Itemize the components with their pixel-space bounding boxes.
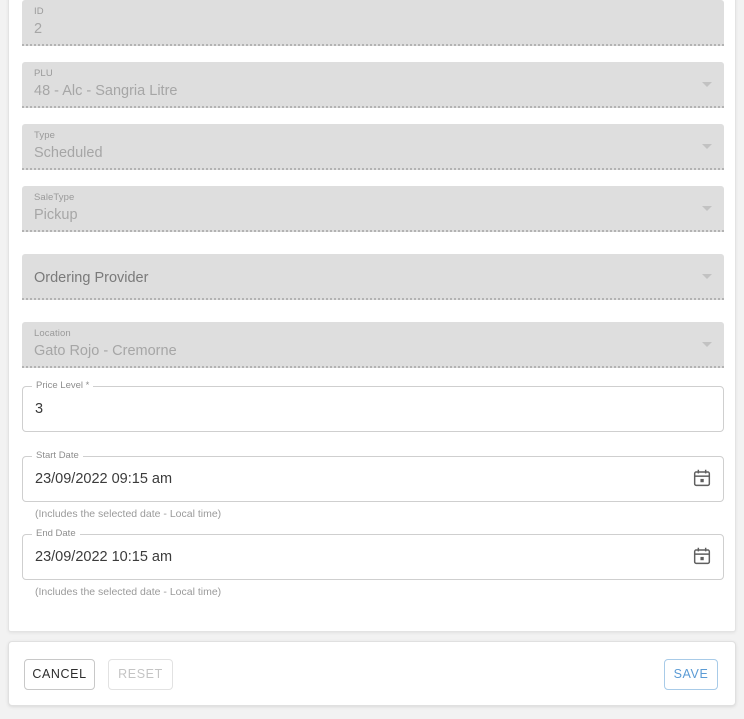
chevron-down-icon (702, 342, 712, 347)
start-date-hint: (Includes the selected date - Local time… (35, 508, 222, 520)
form-actions-bar: CANCEL RESET SAVE (8, 641, 736, 706)
field-start-date[interactable]: Start Date 23/09/2022 09:15 am (22, 450, 724, 502)
calendar-icon[interactable] (691, 545, 715, 569)
field-ordering-provider: Ordering Provider (22, 254, 724, 300)
field-price-level-value: 3 (35, 401, 44, 417)
field-ordering-provider-placeholder: Ordering Provider (34, 270, 149, 286)
calendar-icon[interactable] (691, 467, 715, 491)
end-date-hint: (Includes the selected date - Local time… (35, 586, 222, 598)
field-location: Location Gato Rojo - Cremorne (22, 322, 724, 368)
field-price-level-outline (22, 386, 724, 432)
chevron-down-icon (702, 274, 712, 279)
field-saletype-label: SaleType (34, 192, 75, 203)
field-saletype-value: Pickup (34, 207, 78, 223)
page-root: ID 2 PLU 48 - Alc - Sangria Litre Type S… (0, 0, 744, 719)
field-saletype: SaleType Pickup (22, 186, 724, 232)
field-end-date-label: End Date (32, 528, 80, 539)
chevron-down-icon (702, 206, 712, 211)
cancel-button[interactable]: CANCEL (24, 659, 95, 690)
field-type-value: Scheduled (34, 145, 103, 161)
field-end-date[interactable]: End Date 23/09/2022 10:15 am (22, 528, 724, 580)
field-plu: PLU 48 - Alc - Sangria Litre (22, 62, 724, 108)
field-end-date-value: 23/09/2022 10:15 am (35, 549, 173, 565)
field-location-value: Gato Rojo - Cremorne (34, 343, 177, 359)
field-price-level[interactable]: Price Level * 3 (22, 380, 724, 432)
reset-button[interactable]: RESET (108, 659, 173, 690)
edit-form-card: ID 2 PLU 48 - Alc - Sangria Litre Type S… (8, 0, 736, 632)
field-plu-value: 48 - Alc - Sangria Litre (34, 83, 178, 99)
field-start-date-label: Start Date (32, 450, 83, 461)
field-id: ID 2 (22, 0, 724, 46)
field-start-date-value: 23/09/2022 09:15 am (35, 471, 173, 487)
chevron-down-icon (702, 144, 712, 149)
field-type: Type Scheduled (22, 124, 724, 170)
field-plu-label: PLU (34, 68, 53, 79)
field-location-label: Location (34, 328, 71, 339)
form-fields-container: ID 2 PLU 48 - Alc - Sangria Litre Type S… (15, 0, 731, 599)
field-id-value: 2 (34, 21, 43, 37)
field-type-label: Type (34, 130, 55, 141)
save-button[interactable]: SAVE (664, 659, 718, 690)
field-price-level-label: Price Level * (32, 380, 94, 391)
chevron-down-icon (702, 82, 712, 87)
field-id-label: ID (34, 6, 44, 17)
